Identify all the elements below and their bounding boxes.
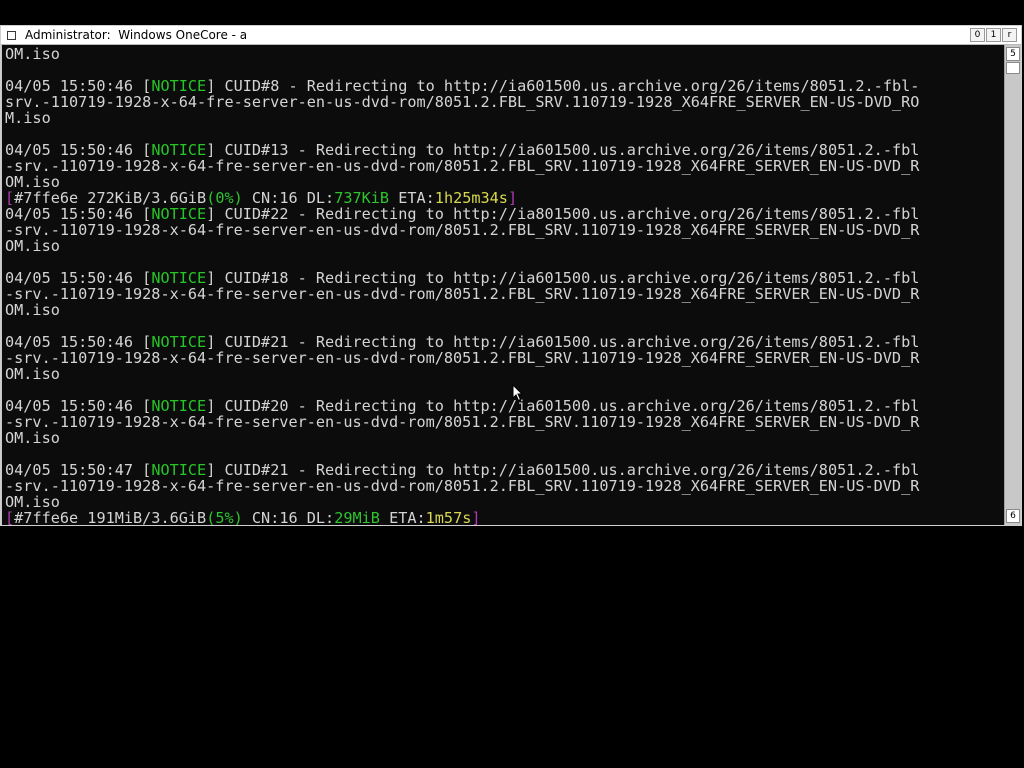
console-line: -srv.-110719-1928-x-64-fre-server-en-us-… [5,222,919,238]
scroll-thumb[interactable] [1006,62,1020,74]
console-text-segment: -srv.-110719-1928-x-64-fre-server-en-us-… [5,413,920,431]
console-text-segment: OM.iso [5,237,60,255]
console-line: srv.-110719-1928-x-64-fre-server-en-us-d… [5,94,919,110]
console-text-segment: M.iso [5,109,51,127]
console-text-segment: CN:16 DL: [242,509,335,525]
console-text-segment: #7ffe6e 191MiB/3.6GiB [14,509,207,525]
console-line: 04/05 15:50:46 [NOTICE] CUID#13 - Redire… [5,142,919,158]
console-line: -srv.-110719-1928-x-64-fre-server-en-us-… [5,478,919,494]
console-line: -srv.-110719-1928-x-64-fre-server-en-us-… [5,286,919,302]
console-text-segment: OM.iso [5,301,60,319]
console-line: OM.iso [5,430,60,446]
console-text-segment: ] [471,509,481,525]
console-line: 04/05 15:50:46 [NOTICE] CUID#18 - Redire… [5,270,919,286]
system-menu-icon[interactable] [7,31,16,40]
console-text-segment: -srv.-110719-1928-x-64-fre-server-en-us-… [5,221,920,239]
console-window: Administrator: Windows OneCore - a 0 1 r… [0,25,1022,526]
console-line: -srv.-110719-1928-x-64-fre-server-en-us-… [5,350,919,366]
console-line: OM.iso [5,46,60,62]
console-line: [#7ffe6e 191MiB/3.6GiB(5%) CN:16 DL:29Mi… [5,510,481,525]
console-line: 04/05 15:50:46 [NOTICE] CUID#8 - Redirec… [5,78,919,94]
mouse-pointer-icon [512,384,524,402]
console-line: 04/05 15:50:47 [NOTICE] CUID#21 - Redire… [5,462,919,478]
console-output[interactable]: OM.iso 04/05 15:50:46 [NOTICE] CUID#8 - R… [2,45,1004,525]
title-bar[interactable]: Administrator: Windows OneCore - a 0 1 r [1,26,1021,45]
minimize-button[interactable]: 0 [970,28,985,42]
console-text-segment: (5%) [206,509,243,525]
console-text-segment: -srv.-110719-1928-x-64-fre-server-en-us-… [5,477,920,495]
console-text-segment: 1m57s [425,509,472,525]
console-text-segment: 29MiB [334,509,380,525]
window-controls: 0 1 r [969,28,1017,42]
window-title: Administrator: Windows OneCore - a [25,28,248,42]
console-text-segment: -srv.-110719-1928-x-64-fre-server-en-us-… [5,349,920,367]
console-line: OM.iso [5,494,60,510]
console-line: OM.iso [5,174,60,190]
console-text-segment: OM.iso [5,365,60,383]
console-line: M.iso [5,110,51,126]
console-text-segment: ETA: [379,509,426,525]
vertical-scrollbar[interactable]: 5 6 [1004,45,1020,525]
scroll-up-button[interactable]: 5 [1006,47,1020,61]
console-text-segment: [ [5,509,15,525]
console-line: -srv.-110719-1928-x-64-fre-server-en-us-… [5,414,919,430]
console-line: OM.iso [5,238,60,254]
console-text-segment: -srv.-110719-1928-x-64-fre-server-en-us-… [5,157,920,175]
maximize-button[interactable]: 1 [986,28,1001,42]
console-line: -srv.-110719-1928-x-64-fre-server-en-us-… [5,158,919,174]
console-text-segment: OM.iso [5,429,60,447]
console-line: 04/05 15:50:46 [NOTICE] CUID#20 - Redire… [5,398,919,414]
console-text-segment: OM.iso [5,45,60,63]
console-line: [#7ffe6e 272KiB/3.6GiB(0%) CN:16 DL:737K… [5,190,517,206]
console-line: OM.iso [5,366,60,382]
console-line: 04/05 15:50:46 [NOTICE] CUID#22 - Redire… [5,206,919,222]
console-text-segment: srv.-110719-1928-x-64-fre-server-en-us-d… [5,93,920,111]
console-text-segment: -srv.-110719-1928-x-64-fre-server-en-us-… [5,285,920,303]
scroll-down-button[interactable]: 6 [1006,509,1020,523]
close-button[interactable]: r [1002,28,1017,42]
console-line: 04/05 15:50:46 [NOTICE] CUID#21 - Redire… [5,334,919,350]
console-line: OM.iso [5,302,60,318]
